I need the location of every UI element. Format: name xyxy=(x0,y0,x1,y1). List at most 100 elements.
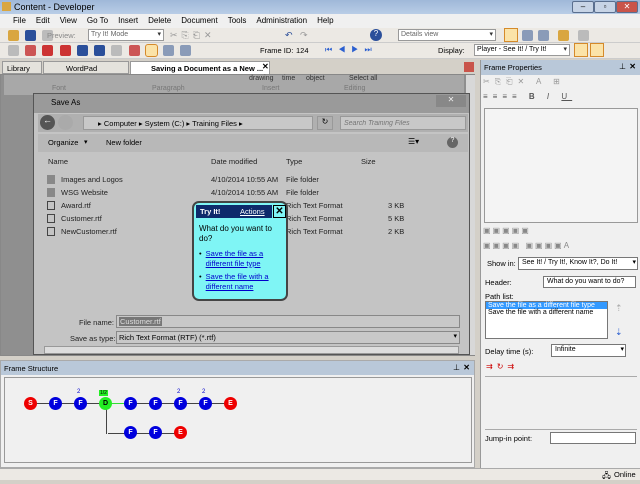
help-icon[interactable]: ? xyxy=(447,137,458,148)
path-list-item[interactable]: Save the file as a different file type xyxy=(486,302,607,309)
menu-document[interactable]: Document xyxy=(176,14,222,28)
text-edit-toolbar[interactable]: ✂⎘⎗✕ A ⊞ xyxy=(483,77,565,87)
column-date-modified[interactable]: Date modified xyxy=(211,157,257,166)
frame-node[interactable]: F xyxy=(74,397,87,410)
frame-node[interactable]: F xyxy=(174,397,187,410)
menu-delete[interactable]: Delete xyxy=(143,14,176,28)
layout-horizontal-icon[interactable] xyxy=(522,30,533,41)
preview-mode-select[interactable]: Try It! Mode xyxy=(88,29,164,41)
maximize-button[interactable]: ▫ xyxy=(594,1,616,13)
shield-icon[interactable] xyxy=(8,45,19,56)
path-list[interactable]: Save the file as a different file type S… xyxy=(485,301,608,339)
view-options-icon[interactable]: ☰▾ xyxy=(408,137,419,146)
search-input[interactable] xyxy=(340,116,466,130)
close-panel-icon[interactable]: ✕ xyxy=(629,62,636,71)
close-tab-icon[interactable]: ✕ xyxy=(262,62,269,71)
branch-icon[interactable] xyxy=(94,45,106,56)
menu-file[interactable]: File xyxy=(8,14,31,28)
help-icon[interactable]: ? xyxy=(370,29,382,41)
dialog-close-button[interactable]: ✕ xyxy=(436,95,466,107)
end-node[interactable]: E xyxy=(174,426,187,439)
delay-select[interactable]: Infinite ▾ xyxy=(551,344,626,357)
frame-node[interactable]: F xyxy=(124,397,137,410)
address-bar[interactable]: ▸ Computer ▸ System (C:) ▸ Training File… xyxy=(83,116,313,130)
frame-node[interactable]: F xyxy=(49,397,62,410)
display-select[interactable]: Player - See It! / Try It! xyxy=(474,44,570,56)
forward-icon[interactable] xyxy=(58,115,73,130)
find-icon[interactable] xyxy=(25,45,37,56)
frame-navigation-icons[interactable]: ⏮◀▶⏭ xyxy=(325,45,378,55)
menu-insert[interactable]: Insert xyxy=(113,14,143,28)
decision-node[interactable]: D xyxy=(99,397,112,410)
bubble-icons-toolbar[interactable]: ▣▣▣▣▣ xyxy=(483,226,638,239)
bubble-options-toolbar[interactable]: ▣▣▣▣ ▣▣▣▣A xyxy=(483,241,638,254)
column-name[interactable]: Name xyxy=(48,157,68,166)
back-icon[interactable]: ← xyxy=(40,115,55,130)
pin-icon[interactable]: ⊥ xyxy=(619,62,626,71)
path-list-item[interactable]: Save the file with a different name xyxy=(486,309,607,316)
open-icon[interactable] xyxy=(8,30,19,41)
format-toolbar[interactable]: ≡≡≡≡ B I U xyxy=(483,92,572,101)
edit-frame-icon[interactable] xyxy=(128,45,140,56)
close-document-icon[interactable] xyxy=(464,62,474,72)
path-action-icons[interactable]: ⇉↻⇉ xyxy=(486,362,518,371)
option-different-name[interactable]: Save the file with a different name xyxy=(206,272,285,292)
close-bubble-icon[interactable]: ✕ xyxy=(273,205,286,218)
save-icon[interactable] xyxy=(25,30,37,41)
file-row[interactable]: Images and Logos 4/10/2014 10:55 AM File… xyxy=(34,174,464,187)
next-view-icon[interactable] xyxy=(163,45,175,56)
redo-icon[interactable]: ↷ xyxy=(300,30,308,41)
close-button[interactable]: ✕ xyxy=(616,1,638,13)
print-view-icon[interactable] xyxy=(590,43,604,57)
copy-frame-icon[interactable] xyxy=(111,45,123,56)
menu-view[interactable]: View xyxy=(55,14,82,28)
frame-node[interactable]: F xyxy=(149,397,162,410)
new-folder-button[interactable]: New folder xyxy=(106,138,142,147)
properties-icon[interactable] xyxy=(558,30,569,41)
pin-icon[interactable]: ⊥ xyxy=(453,363,460,372)
file-name-input[interactable]: Customer.rtf xyxy=(116,315,460,328)
menu-help[interactable]: Help xyxy=(312,14,338,28)
tab-library[interactable]: Library xyxy=(2,61,42,74)
header-input[interactable]: What do you want to do? xyxy=(543,276,636,288)
close-panel-icon[interactable]: ✕ xyxy=(463,363,470,372)
actions-link[interactable]: Actions xyxy=(240,207,265,216)
horizontal-scrollbar[interactable] xyxy=(44,346,459,354)
text-view-icon[interactable] xyxy=(180,45,192,56)
frame-node[interactable]: F xyxy=(199,397,212,410)
start-node[interactable]: S xyxy=(24,397,37,410)
breadcrumb-system-c[interactable]: System (C:) xyxy=(145,119,185,128)
save-type-select[interactable]: Rich Text Format (RTF) (*.rtf) ▾ xyxy=(116,331,460,344)
menu-administration[interactable]: Administration xyxy=(251,14,312,28)
frame-view-icon[interactable] xyxy=(144,44,158,57)
add-frame-icon[interactable] xyxy=(42,45,54,56)
column-size[interactable]: Size xyxy=(361,157,376,166)
undo-icon[interactable]: ↶ xyxy=(285,30,293,41)
breadcrumb-training-files[interactable]: Training Files xyxy=(192,119,237,128)
show-in-select[interactable]: See It! / Try It!, Know It?, Do It! ▾ xyxy=(518,257,638,270)
frame-node[interactable]: F xyxy=(124,426,137,439)
layout-vertical-icon[interactable] xyxy=(538,30,549,41)
menu-edit[interactable]: Edit xyxy=(31,14,55,28)
minimize-button[interactable]: – xyxy=(572,1,594,13)
player-view-icon[interactable] xyxy=(574,43,588,57)
option-different-file-type[interactable]: Save the file as a different file type xyxy=(206,249,285,269)
breadcrumb-computer[interactable]: Computer xyxy=(104,119,137,128)
menu-goto[interactable]: Go To xyxy=(82,14,113,28)
file-row[interactable]: WSG Website 4/10/2014 10:55 AM File fold… xyxy=(34,187,464,200)
end-node[interactable]: E xyxy=(224,397,237,410)
move-down-icon[interactable]: ⇣ xyxy=(615,327,623,338)
tab-wordpad-training[interactable]: WordPad Training xyxy=(43,61,129,82)
frame-node[interactable]: F xyxy=(149,426,162,439)
menu-tools[interactable]: Tools xyxy=(223,14,252,28)
organize-button[interactable]: Organize xyxy=(48,138,78,147)
delete-frame-icon[interactable] xyxy=(59,45,71,56)
move-up-icon[interactable]: ⇡ xyxy=(615,303,623,314)
column-type[interactable]: Type xyxy=(286,157,302,166)
refresh-icon[interactable] xyxy=(578,30,589,41)
layout-view-icon[interactable] xyxy=(504,28,518,42)
refresh-icon[interactable]: ↻ xyxy=(317,116,333,130)
bubble-text-editor[interactable] xyxy=(484,108,638,223)
tab-saving-document[interactable]: Saving a Document as a New ... xyxy=(130,61,270,74)
jump-in-input[interactable] xyxy=(550,432,636,444)
